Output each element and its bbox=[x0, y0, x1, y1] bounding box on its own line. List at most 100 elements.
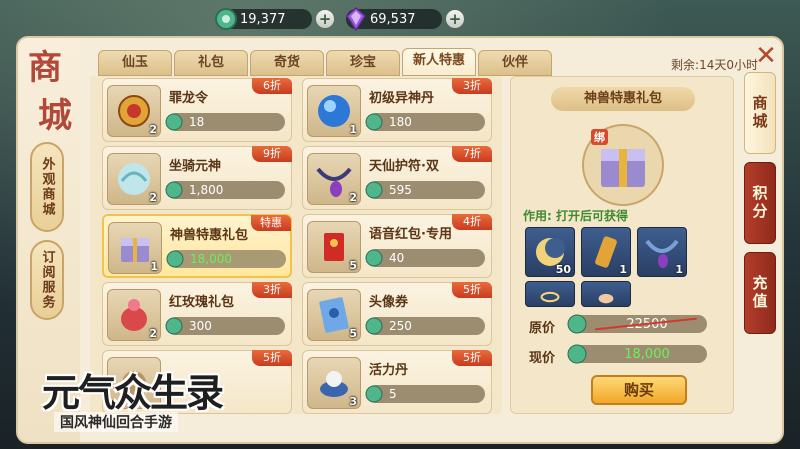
vitality-pill-icon bbox=[320, 371, 348, 397]
beast-figure-icon bbox=[598, 293, 614, 304]
original-price-label: 原价 bbox=[529, 321, 556, 336]
tab-zhenbao[interactable]: 珍宝 bbox=[326, 50, 400, 76]
discount-badge: 特惠 bbox=[251, 215, 291, 231]
jade-coin-icon bbox=[567, 344, 587, 364]
list-item[interactable]: 5 头像券 5折 250 bbox=[302, 282, 492, 346]
item-icon-box: 2 bbox=[307, 153, 361, 205]
item-count: 5 bbox=[349, 327, 357, 340]
jade-coin-icon bbox=[365, 385, 383, 403]
add-crystal-button[interactable]: + bbox=[446, 10, 464, 28]
item-count: 1 bbox=[675, 263, 683, 276]
side-tab-recharge[interactable]: 充值 bbox=[744, 252, 776, 334]
crystal-amount: 69,537 bbox=[370, 11, 416, 27]
list-item[interactable]: 3 活力丹 5折 5 bbox=[302, 350, 492, 414]
subscription-button[interactable]: 订阅服务 bbox=[30, 240, 64, 320]
item-name: 语音红包·专用 bbox=[369, 227, 452, 242]
item-name: 神兽特惠礼包 bbox=[170, 228, 249, 243]
list-item[interactable]: 1 初级异神丹 3折 180 bbox=[302, 78, 492, 142]
item-icon-box: 1 bbox=[307, 85, 361, 137]
item-count: 50 bbox=[555, 263, 571, 276]
mount-spirit-icon bbox=[118, 163, 150, 195]
item-price: 595 bbox=[365, 181, 485, 199]
red-envelope-icon bbox=[324, 233, 344, 261]
purple-crystal-icon bbox=[346, 7, 366, 31]
jade-coin-icon bbox=[165, 181, 183, 199]
item-price: 1,800 bbox=[165, 181, 285, 199]
item-count: 2 bbox=[149, 191, 157, 204]
tab-libao[interactable]: 礼包 bbox=[174, 50, 248, 76]
appearance-shop-button[interactable]: 外观商城 bbox=[30, 142, 64, 232]
price-value: 18,000 bbox=[190, 252, 232, 266]
discount-badge: 3折 bbox=[252, 282, 292, 298]
jade-coin-icon bbox=[365, 249, 383, 267]
price-value: 250 bbox=[389, 319, 412, 333]
item-name: 头像券 bbox=[369, 295, 409, 310]
item-count: 5 bbox=[349, 259, 357, 272]
discount-badge: 5折 bbox=[452, 282, 492, 298]
buy-button[interactable]: 购买 bbox=[591, 375, 687, 405]
list-item[interactable]: 2 天仙护符·双 7折 595 bbox=[302, 146, 492, 210]
remaining-time: 剩余:14天0小时 bbox=[671, 58, 758, 72]
item-count: 2 bbox=[349, 191, 357, 204]
jade-coin-icon bbox=[165, 317, 183, 335]
discount-badge: 3折 bbox=[452, 78, 492, 94]
tab-xianyu[interactable]: 仙玉 bbox=[98, 50, 172, 76]
list-item[interactable]: 2 红玫瑰礼包 3折 300 bbox=[102, 282, 292, 346]
detail-title: 神兽特惠礼包 bbox=[551, 87, 695, 111]
crystal-currency: 69,537 + bbox=[346, 7, 464, 31]
tab-partner[interactable]: 伙伴 bbox=[478, 50, 552, 76]
add-jade-button[interactable]: + bbox=[316, 10, 334, 28]
content-item[interactable] bbox=[581, 281, 631, 307]
close-icon[interactable]: ✕ bbox=[754, 43, 778, 69]
list-item[interactable]: 5 语音红包·专用 4折 40 bbox=[302, 214, 492, 278]
current-price-value: 18,000 bbox=[624, 346, 670, 362]
current-price: 18,000 bbox=[567, 344, 707, 364]
item-icon-box: 5 bbox=[307, 221, 361, 273]
gift-chest-icon bbox=[121, 238, 149, 262]
content-item[interactable] bbox=[525, 281, 575, 307]
item-name: 红玫瑰礼包 bbox=[169, 295, 235, 310]
tab-qihuo[interactable]: 奇货 bbox=[250, 50, 324, 76]
item-icon-box: 2 bbox=[107, 85, 161, 137]
item-name: 天仙护符·双 bbox=[369, 159, 439, 174]
game-logo: 元气众生录 国风神仙回合手游 bbox=[14, 360, 254, 444]
price-value: 5 bbox=[389, 387, 397, 401]
content-item[interactable]: 1 bbox=[581, 227, 631, 277]
price-value: 300 bbox=[189, 319, 212, 333]
rose-bag-icon bbox=[121, 299, 147, 331]
item-name: 坐骑元神 bbox=[169, 159, 222, 174]
list-item-selected[interactable]: 1 神兽特惠礼包 特惠 18,000 bbox=[102, 214, 292, 278]
jade-currency: 19,377 + bbox=[215, 8, 334, 30]
item-price: 18 bbox=[165, 113, 285, 131]
item-price: 5 bbox=[365, 385, 485, 403]
item-count: 3 bbox=[349, 395, 357, 408]
jade-coin-icon bbox=[165, 113, 183, 131]
list-item[interactable]: 2 坐骑元神 9折 1,800 bbox=[102, 146, 292, 210]
item-price: 18,000 bbox=[166, 250, 286, 268]
avatar-ticket-icon bbox=[319, 297, 349, 333]
current-price-label: 现价 bbox=[529, 351, 556, 366]
detail-use-text: 作用: 打开后可获得 bbox=[523, 209, 628, 223]
content-item[interactable]: 50 bbox=[525, 227, 575, 277]
side-tab-points[interactable]: 积分 bbox=[744, 162, 776, 244]
price-value: 40 bbox=[389, 251, 405, 265]
item-icon-box: 2 bbox=[107, 289, 161, 341]
jade-coin-icon bbox=[215, 8, 237, 30]
item-name: 活力丹 bbox=[369, 363, 409, 378]
amulet-icon bbox=[316, 167, 352, 197]
logo-subtitle: 国风神仙回合手游 bbox=[54, 412, 178, 432]
jade-coin-icon bbox=[567, 314, 587, 334]
jade-amount: 19,377 bbox=[240, 11, 286, 27]
halo-ring-icon bbox=[540, 291, 560, 303]
item-icon-box: 3 bbox=[307, 357, 361, 409]
list-item[interactable]: 2 罪龙令 6折 18 bbox=[102, 78, 292, 142]
bind-badge: 绑 bbox=[591, 129, 608, 145]
item-name: 罪龙令 bbox=[169, 91, 209, 106]
side-tab-shop[interactable]: 商城 bbox=[744, 72, 776, 154]
item-count: 1 bbox=[619, 263, 627, 276]
tab-newcomer[interactable]: 新人特惠 bbox=[402, 48, 476, 76]
content-item[interactable]: 1 bbox=[637, 227, 687, 277]
jade-coin-icon bbox=[365, 181, 383, 199]
item-count: 1 bbox=[349, 123, 357, 136]
price-value: 595 bbox=[389, 183, 412, 197]
